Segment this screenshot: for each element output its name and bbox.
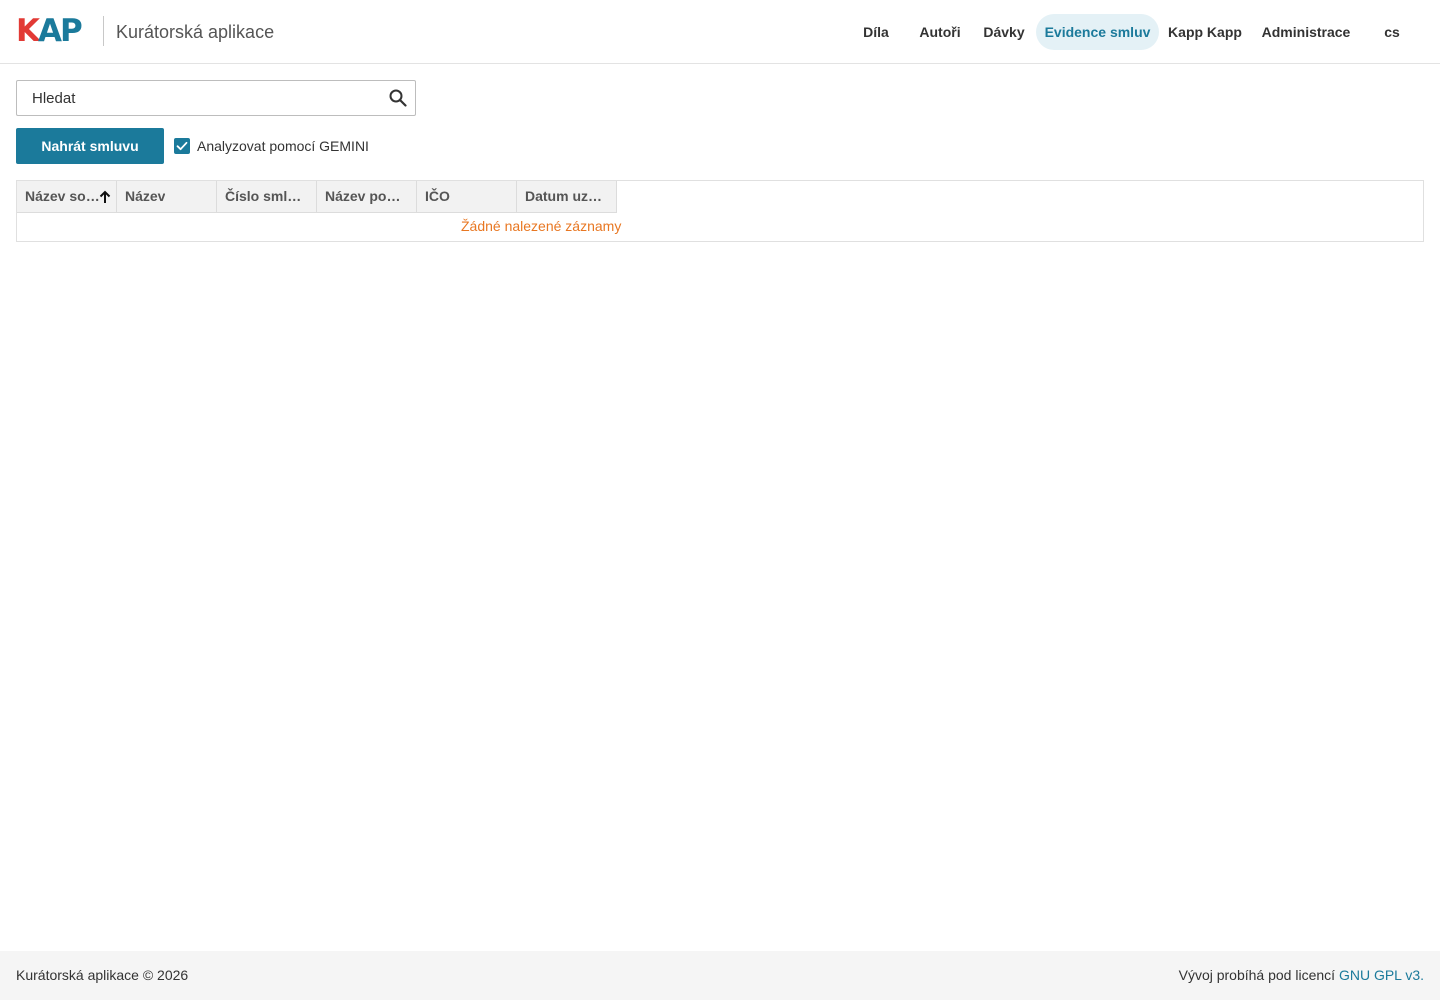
column-header-provider-name[interactable]: Název posk…	[317, 181, 417, 213]
column-header-conclusion-date[interactable]: Datum uza…	[517, 181, 617, 213]
nav-evidence-smluv[interactable]: Evidence smluv	[1036, 14, 1159, 50]
sort-ascending-icon[interactable]	[99, 190, 111, 204]
column-header-source-name[interactable]: Název so…	[17, 181, 117, 213]
analyze-gemini-checkbox[interactable]	[174, 138, 190, 154]
empty-grid-message: Žádné nalezené záznamy	[461, 218, 622, 234]
column-label: Název so…	[25, 188, 100, 204]
search-box	[16, 80, 416, 116]
column-header-contract-number[interactable]: Číslo smlo…	[217, 181, 317, 213]
column-label: IČO	[425, 188, 450, 204]
kap-logo[interactable]: KAP	[16, 13, 83, 49]
nav-dila[interactable]: Díla	[852, 14, 900, 50]
language-switch[interactable]: cs	[1372, 14, 1412, 50]
license-link[interactable]: GNU GPL v3.	[1339, 967, 1424, 983]
footer-license: Vývoj probíhá pod licencí GNU GPL v3.	[1179, 966, 1424, 984]
search-input[interactable]	[32, 81, 392, 115]
analyze-gemini-label: Analyzovat pomocí GEMINI	[197, 138, 369, 154]
column-header-ico[interactable]: IČO	[417, 181, 517, 213]
footer-copyright: Kurátorská aplikace © 2026	[16, 967, 189, 983]
logo-letters-ap: AP	[38, 13, 83, 49]
logo-letter-k: K	[16, 13, 40, 49]
contracts-grid: Název so… Název Číslo smlo… Název posk… …	[16, 180, 1424, 242]
nav-autori[interactable]: Autoři	[912, 14, 968, 50]
license-text: Vývoj probíhá pod licencí	[1178, 967, 1339, 983]
app-header: KAP Kurátorská aplikace Díla Autoři Dávk…	[0, 0, 1440, 64]
upload-contract-button[interactable]: Nahrát smluvu	[16, 128, 164, 164]
check-icon	[176, 141, 188, 151]
column-header-name[interactable]: Název	[117, 181, 217, 213]
column-label: Datum uza…	[525, 188, 605, 204]
nav-kapp-kapp[interactable]: Kapp Kapp	[1163, 14, 1247, 50]
header-divider	[103, 16, 104, 46]
app-title: Kurátorská aplikace	[116, 22, 275, 42]
app-footer: Kurátorská aplikace © 2026 Vývoj probíhá…	[0, 951, 1440, 1000]
column-label: Název posk…	[325, 188, 405, 204]
search-icon[interactable]	[389, 89, 407, 107]
nav-davky[interactable]: Dávky	[978, 14, 1030, 50]
grid-header-row: Název so… Název Číslo smlo… Název posk… …	[17, 181, 617, 213]
column-label: Číslo smlo…	[225, 188, 305, 204]
nav-administrace[interactable]: Administrace	[1255, 14, 1357, 50]
column-label: Název	[125, 188, 166, 204]
